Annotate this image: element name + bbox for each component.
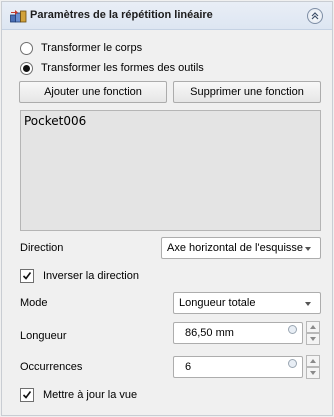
occurrences-stepper[interactable] (306, 355, 320, 379)
length-input[interactable]: 86,50 mm (173, 322, 303, 344)
mode-select[interactable]: Longueur totale (173, 292, 321, 314)
decrement-button[interactable] (306, 367, 320, 379)
occurrences-input[interactable]: 6 (173, 356, 303, 378)
checkbox-checked[interactable] (20, 388, 34, 402)
increment-button[interactable] (306, 321, 320, 333)
length-stepper[interactable] (306, 321, 320, 345)
radio-label: Transformer le corps (41, 42, 143, 54)
panel-title: Paramètres de la répétition linéaire (30, 9, 213, 21)
arrow-down-icon (310, 337, 316, 341)
expression-icon[interactable] (288, 359, 297, 368)
direction-select[interactable]: Axe horizontal de l'esquisse (161, 237, 321, 259)
linear-pattern-panel: Paramètres de la répétition linéaire Tra… (1, 1, 333, 416)
direction-value: Axe horizontal de l'esquisse (167, 242, 304, 254)
radio-button-checked[interactable] (20, 61, 33, 75)
features-list[interactable]: Pocket006 (20, 110, 321, 231)
length-label: Longueur (20, 330, 67, 342)
linear-pattern-icon (10, 9, 27, 23)
occurrences-value: 6 (185, 361, 192, 373)
chevron-down-icon (305, 247, 311, 251)
add-feature-button[interactable]: Ajouter une fonction (19, 81, 167, 103)
radio-transform-tool-shapes[interactable]: Transformer les formes des outils (20, 61, 204, 75)
direction-label: Direction (20, 242, 64, 254)
length-value: 86,50 mm (185, 327, 234, 339)
increment-button[interactable] (306, 355, 320, 367)
checkbox-label: Inverser la direction (43, 270, 139, 282)
list-item[interactable]: Pocket006 (24, 114, 86, 128)
arrow-up-icon (310, 325, 316, 329)
collapse-chevrons-icon[interactable] (307, 8, 323, 24)
checkbox-label: Mettre à jour la vue (43, 389, 138, 401)
occurrences-label: Occurrences (20, 361, 83, 373)
radio-transform-body[interactable]: Transformer le corps (20, 41, 142, 55)
update-view-checkbox[interactable]: Mettre à jour la vue (20, 388, 137, 402)
mode-value: Longueur totale (179, 297, 256, 309)
decrement-button[interactable] (306, 333, 320, 345)
arrow-up-icon (310, 359, 316, 363)
reverse-direction-checkbox[interactable]: Inverser la direction (20, 269, 139, 283)
arrow-down-icon (310, 371, 316, 375)
chevron-down-icon (305, 302, 311, 306)
radio-label: Transformer les formes des outils (41, 62, 204, 74)
checkbox-checked[interactable] (20, 269, 34, 283)
panel-header: Paramètres de la répétition linéaire (2, 2, 332, 30)
radio-button-unchecked[interactable] (20, 41, 33, 55)
mode-label: Mode (20, 297, 48, 309)
expression-icon[interactable] (288, 325, 297, 334)
remove-feature-button[interactable]: Supprimer une fonction (173, 81, 321, 103)
